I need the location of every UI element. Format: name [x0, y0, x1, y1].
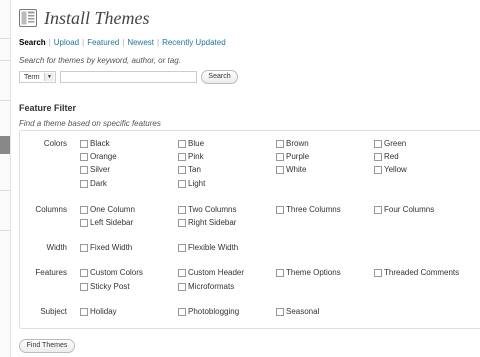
tab-featured[interactable]: Featured: [87, 38, 119, 47]
feature-filter-table: Colors Columns Width Features Subject Bl…: [19, 130, 480, 329]
search-input[interactable]: [60, 71, 197, 83]
sidebar-menu-item[interactable]: [0, 190, 10, 231]
feature-filter-description: Find a theme based on specific features: [19, 119, 161, 128]
search-description: Search for themes by keyword, author, or…: [19, 56, 181, 65]
tab-newest[interactable]: Newest: [127, 38, 154, 47]
admin-sidebar-edge: [0, 0, 11, 357]
tab-search[interactable]: Search: [19, 38, 46, 47]
find-themes-button[interactable]: Find Themes: [19, 339, 75, 353]
sidebar-menu-item[interactable]: [0, 60, 10, 101]
search-type-value: Term: [24, 74, 40, 81]
filter-group-label-subject: Subject: [40, 307, 67, 316]
page-title: Install Themes: [44, 8, 150, 28]
filter-group-label-columns: Columns: [35, 205, 67, 214]
sidebar-active-item[interactable]: [0, 136, 10, 154]
tab-recently-updated[interactable]: Recently Updated: [162, 38, 226, 47]
sidebar-menu-item[interactable]: [0, 38, 10, 61]
chevron-down-icon: ▼: [44, 73, 54, 81]
theme-install-tabs: Search | Upload | Featured | Newest | Recently U…: [19, 38, 226, 47]
sidebar-menu-item[interactable]: [0, 154, 10, 191]
search-button[interactable]: Search: [201, 70, 238, 84]
filter-group-label-width: Width: [46, 243, 67, 252]
filter-group-label-colors: Colors: [43, 139, 67, 148]
feature-filter-title: Feature Filter: [19, 103, 77, 113]
search-type-select[interactable]: Term ▼: [19, 71, 56, 83]
filter-group-label-features: Features: [35, 268, 67, 277]
tab-upload[interactable]: Upload: [54, 38, 79, 47]
appearance-icon: [19, 9, 37, 27]
sidebar-menu-item[interactable]: [0, 18, 10, 39]
